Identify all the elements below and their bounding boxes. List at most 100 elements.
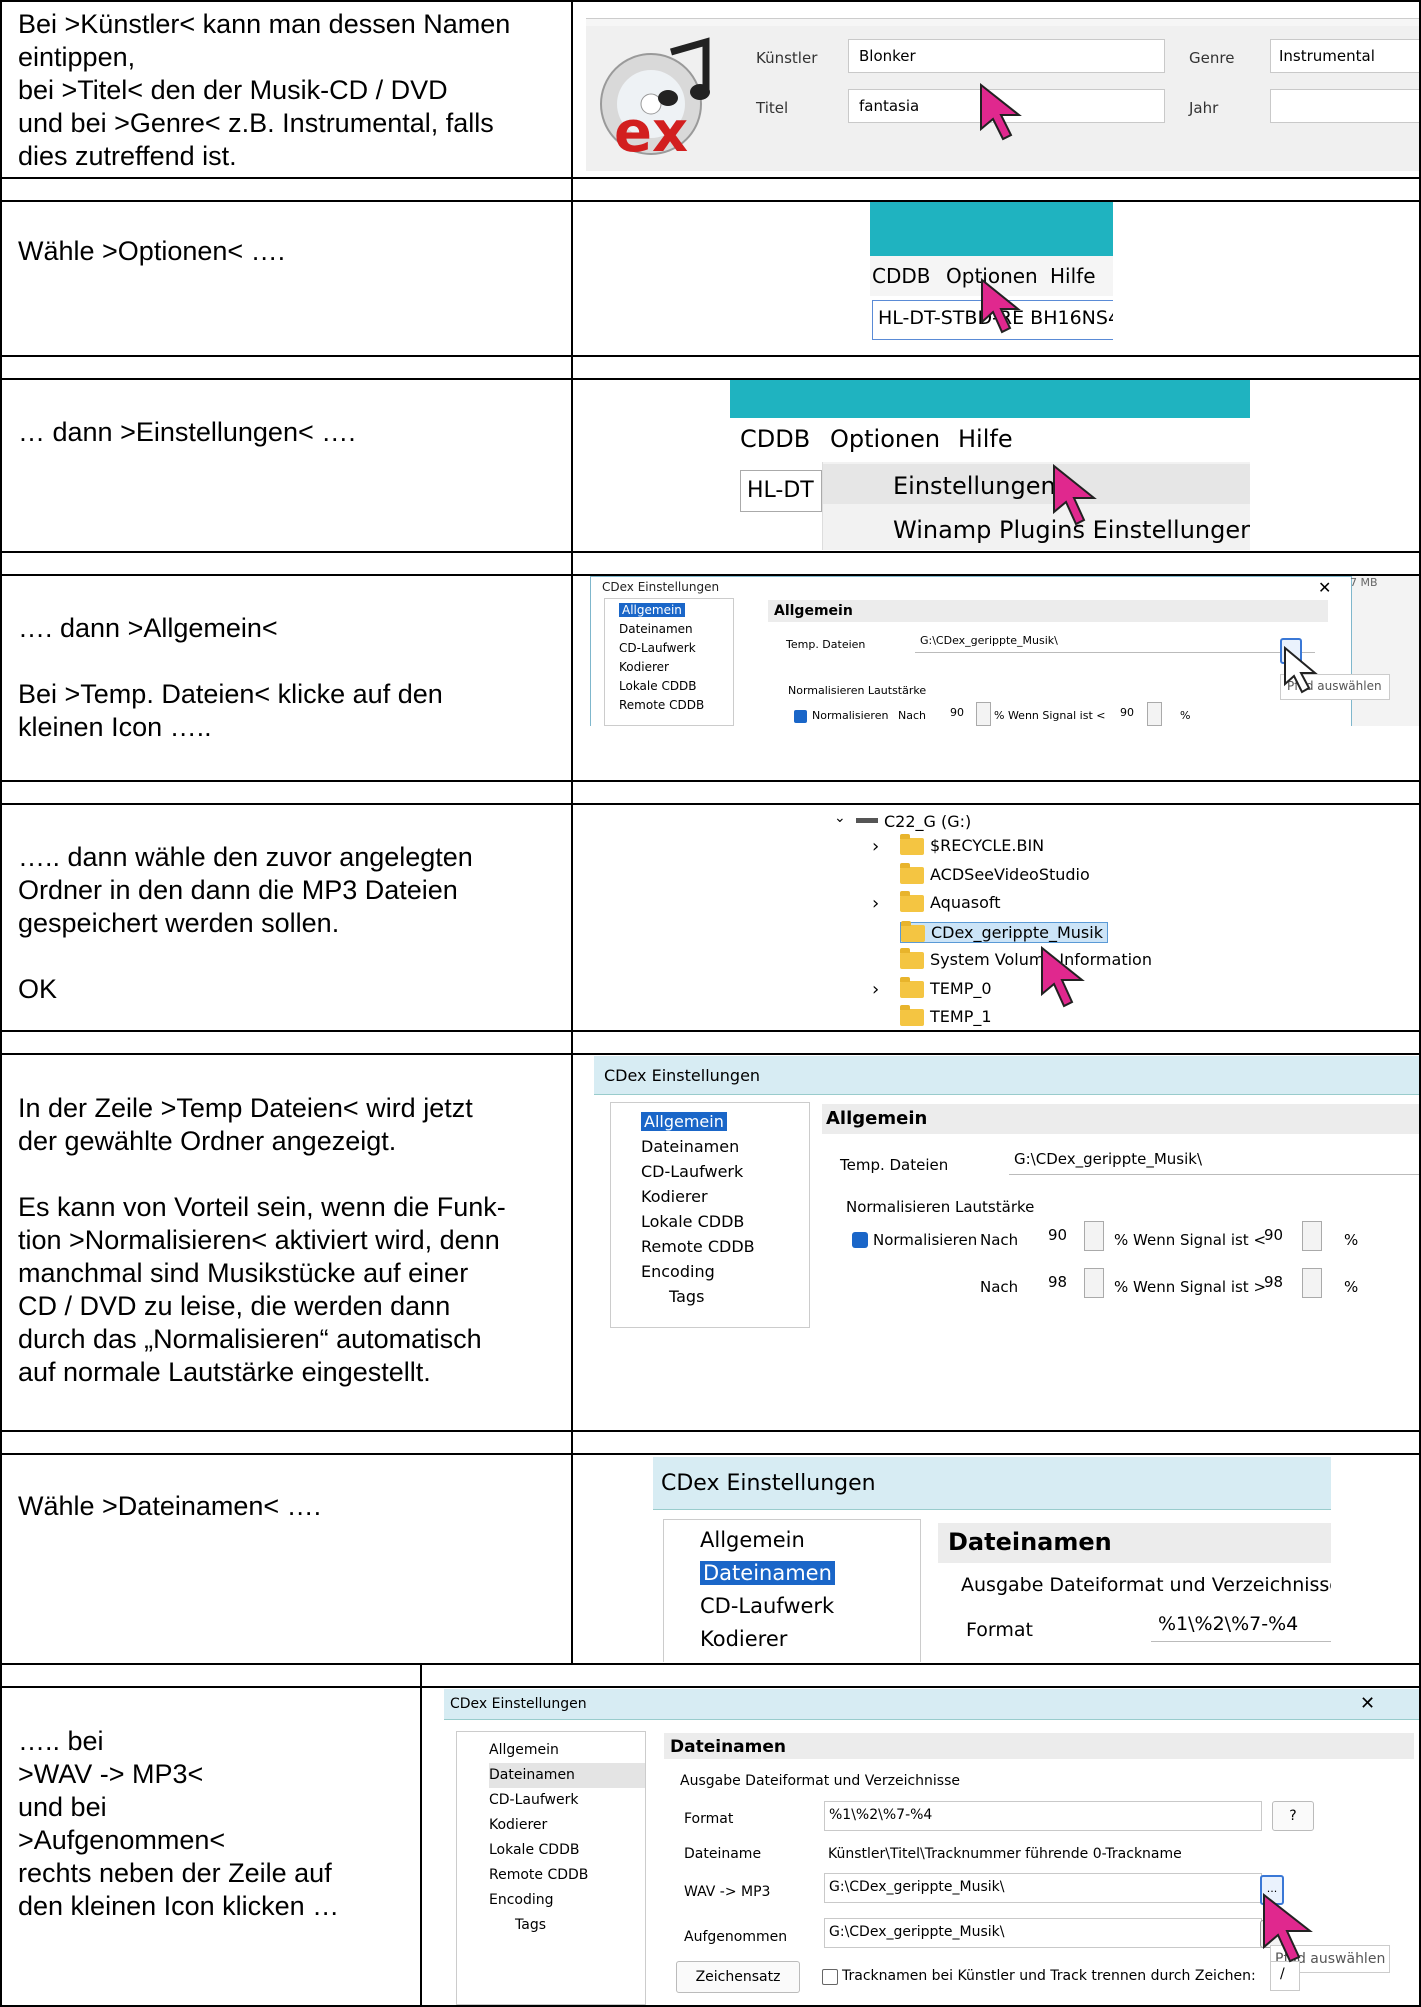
aufg-input[interactable]: G:\CDex_gerippte_Musik\ (824, 1918, 1262, 1948)
label-kuenstler: Künstler (756, 49, 818, 67)
instruction-line: OK (18, 974, 58, 1004)
normalisieren-checkbox[interactable] (852, 1232, 868, 1248)
instruction-text: … dann >Einstellungen< …. (18, 416, 563, 449)
spinner[interactable] (1302, 1268, 1322, 1298)
folder-item[interactable]: › TEMP_0 (872, 976, 992, 1000)
tree-item-kodierer[interactable]: Kodierer (641, 1184, 809, 1209)
tree-item-encoding[interactable]: Encoding (489, 1888, 645, 1913)
drive-icon (856, 818, 878, 823)
help-label: ? (1289, 1808, 1297, 1824)
tree-item-dateinamen[interactable]: Dateinamen (700, 1557, 920, 1590)
tree-item-dateinamen[interactable]: Dateinamen (641, 1134, 809, 1159)
norm-group-label: Normalisieren Lautstärke (788, 684, 927, 697)
tree-item-lokale-cddb[interactable]: Lokale CDDB (489, 1838, 645, 1863)
tree-item-remote-cddb[interactable]: Remote CDDB (489, 1863, 645, 1888)
drive-select[interactable]: HL-DT (740, 470, 822, 512)
jahr-input[interactable] (1270, 89, 1419, 123)
close-icon[interactable]: ✕ (1318, 578, 1331, 597)
temp-value: G:\CDex_gerippte_Musik\ (1014, 1150, 1203, 1168)
instruction-line: Wähle >Optionen< …. (18, 236, 286, 266)
trennzeichen-input[interactable]: / (1270, 1961, 1300, 1991)
spinner[interactable] (976, 702, 991, 726)
tree-item-allgemein[interactable]: Allgemein (700, 1524, 920, 1557)
window-title: CDex Einstellungen (661, 1471, 876, 1496)
menu-cddb[interactable]: CDDB (740, 425, 810, 453)
normalisieren-checkbox[interactable] (794, 710, 807, 723)
instruction-line: >WAV -> MP3< (18, 1759, 204, 1789)
tree-item-kodierer[interactable]: Kodierer (619, 658, 733, 677)
tree-item-kodierer[interactable]: Kodierer (700, 1623, 920, 1656)
tree-item-remote-cddb[interactable]: Remote CDDB (619, 696, 733, 715)
folder-icon (900, 834, 924, 855)
instruction-line: Wähle >Dateinamen< …. (18, 1491, 322, 1521)
tree-item-allgemein[interactable]: Allgemein (489, 1738, 645, 1763)
format-input[interactable]: %1\%2\%7-%4 (824, 1801, 1262, 1831)
menu-hilfe[interactable]: Hilfe (1050, 264, 1096, 288)
tree-item-allgemein[interactable]: Allgemein (641, 1109, 809, 1134)
instruction-text: ….. bei >WAV -> MP3< und bei >Aufgenommen< r… (18, 1725, 413, 1923)
chevron-right-icon[interactable]: › (872, 979, 879, 1000)
menu-optionen[interactable]: Optionen (830, 425, 940, 453)
format-label: Format (966, 1619, 1033, 1641)
tree-item-encoding[interactable]: Encoding (641, 1259, 809, 1284)
menu-cddb[interactable]: CDDB (872, 264, 931, 288)
table-line (0, 803, 1421, 805)
folder-item[interactable]: System Volume Information (900, 948, 1152, 969)
pointer-cursor-icon (981, 278, 1021, 334)
zeichensatz-button[interactable]: Zeichensatz (676, 1961, 800, 1993)
tree-item-remote-cddb[interactable]: Remote CDDB (641, 1234, 809, 1259)
tracknamen-label: Tracknamen bei Künstler und Track trenne… (842, 1968, 1256, 1984)
chevron-down-icon[interactable]: ⌄ (834, 810, 846, 826)
close-icon[interactable]: ✕ (1360, 1693, 1375, 1714)
instruction-line: dies zutreffend ist. (18, 141, 237, 171)
spinner[interactable] (1084, 1268, 1104, 1298)
tree-item-kodierer[interactable]: Kodierer (489, 1813, 645, 1838)
chevron-right-icon[interactable]: › (872, 893, 879, 914)
chevron-right-icon[interactable]: › (872, 836, 879, 857)
tree-item-lokale-cddb[interactable]: Lokale CDDB (619, 677, 733, 696)
spinner[interactable] (1147, 702, 1162, 726)
folder-item[interactable]: CDex_gerippte_Musik (900, 920, 1108, 943)
instruction-line: ….. bei (18, 1726, 104, 1756)
tree-item-allgemein[interactable]: Allgemein (619, 601, 733, 620)
instruction-line: den kleinen Icon klicken … (18, 1891, 340, 1921)
folder-label: ACDSeeVideoStudio (930, 864, 1090, 884)
settings-tree: Allgemein Dateinamen CD-Laufwerk Kodiere… (604, 598, 734, 726)
instruction-line: bei >Titel< den der Musik-CD / DVD (18, 75, 448, 105)
help-button[interactable]: ? (1272, 1801, 1314, 1831)
tree-item-dateinamen[interactable]: Dateinamen (489, 1763, 645, 1788)
nach-label: Nach (980, 1231, 1019, 1249)
folder-item[interactable]: › $RECYCLE.BIN (872, 834, 1045, 857)
tree-item-dateinamen[interactable]: Dateinamen (619, 620, 733, 639)
instruction-line: Ordner in den dann die MP3 Dateien (18, 875, 458, 905)
tree-item-cd-laufwerk[interactable]: CD-Laufwerk (700, 1590, 920, 1623)
menu-item-winamp[interactable]: Winamp Plugins Einstellungen (823, 508, 1250, 548)
instruction-text: In der Zeile >Temp Dateien< wird jetzt de… (18, 1092, 566, 1389)
logo-text: ex (614, 100, 689, 165)
tree-item-cd-laufwerk[interactable]: CD-Laufwerk (641, 1159, 809, 1184)
spinner[interactable] (1084, 1221, 1104, 1251)
group-label: Ausgabe Dateiformat und Verzeichnisse (961, 1574, 1331, 1596)
screenshot-optionen-menu: CDDB Optionen Hilfe HL-DT-STBD-RE BH16NS… (870, 202, 1113, 352)
instruction-line: CD / DVD zu leise, die werden dann (18, 1291, 451, 1321)
tree-item-cd-laufwerk[interactable]: CD-Laufwerk (489, 1788, 645, 1813)
genre-select[interactable]: Instrumental (1270, 39, 1419, 73)
tree-item-tags[interactable]: Tags (489, 1913, 645, 1938)
menu-hilfe[interactable]: Hilfe (958, 425, 1013, 453)
folder-item[interactable]: TEMP_1 (900, 1005, 992, 1026)
folder-item[interactable]: › Aquasoft (872, 891, 1001, 914)
folder-label: $RECYCLE.BIN (930, 836, 1045, 855)
stray-text: 7 MB (1350, 576, 1378, 589)
tree-item-tags[interactable]: Tags (641, 1284, 809, 1309)
table-line (0, 1453, 1421, 1455)
folder-item[interactable]: ACDSeeVideoStudio (900, 862, 1090, 884)
cdex-logo: ex (596, 32, 716, 167)
menu-item-einstellungen[interactable]: Einstellungen (823, 464, 1250, 504)
instruction-line: gespeichert werden sollen. (18, 908, 340, 938)
kuenstler-input[interactable]: Blonker (848, 39, 1165, 73)
tree-item-cd-laufwerk[interactable]: CD-Laufwerk (619, 639, 733, 658)
spinner[interactable] (1302, 1221, 1322, 1251)
tracknamen-checkbox[interactable] (822, 1969, 838, 1985)
wav-input[interactable]: G:\CDex_gerippte_Musik\ (824, 1873, 1262, 1903)
tree-item-lokale-cddb[interactable]: Lokale CDDB (641, 1209, 809, 1234)
